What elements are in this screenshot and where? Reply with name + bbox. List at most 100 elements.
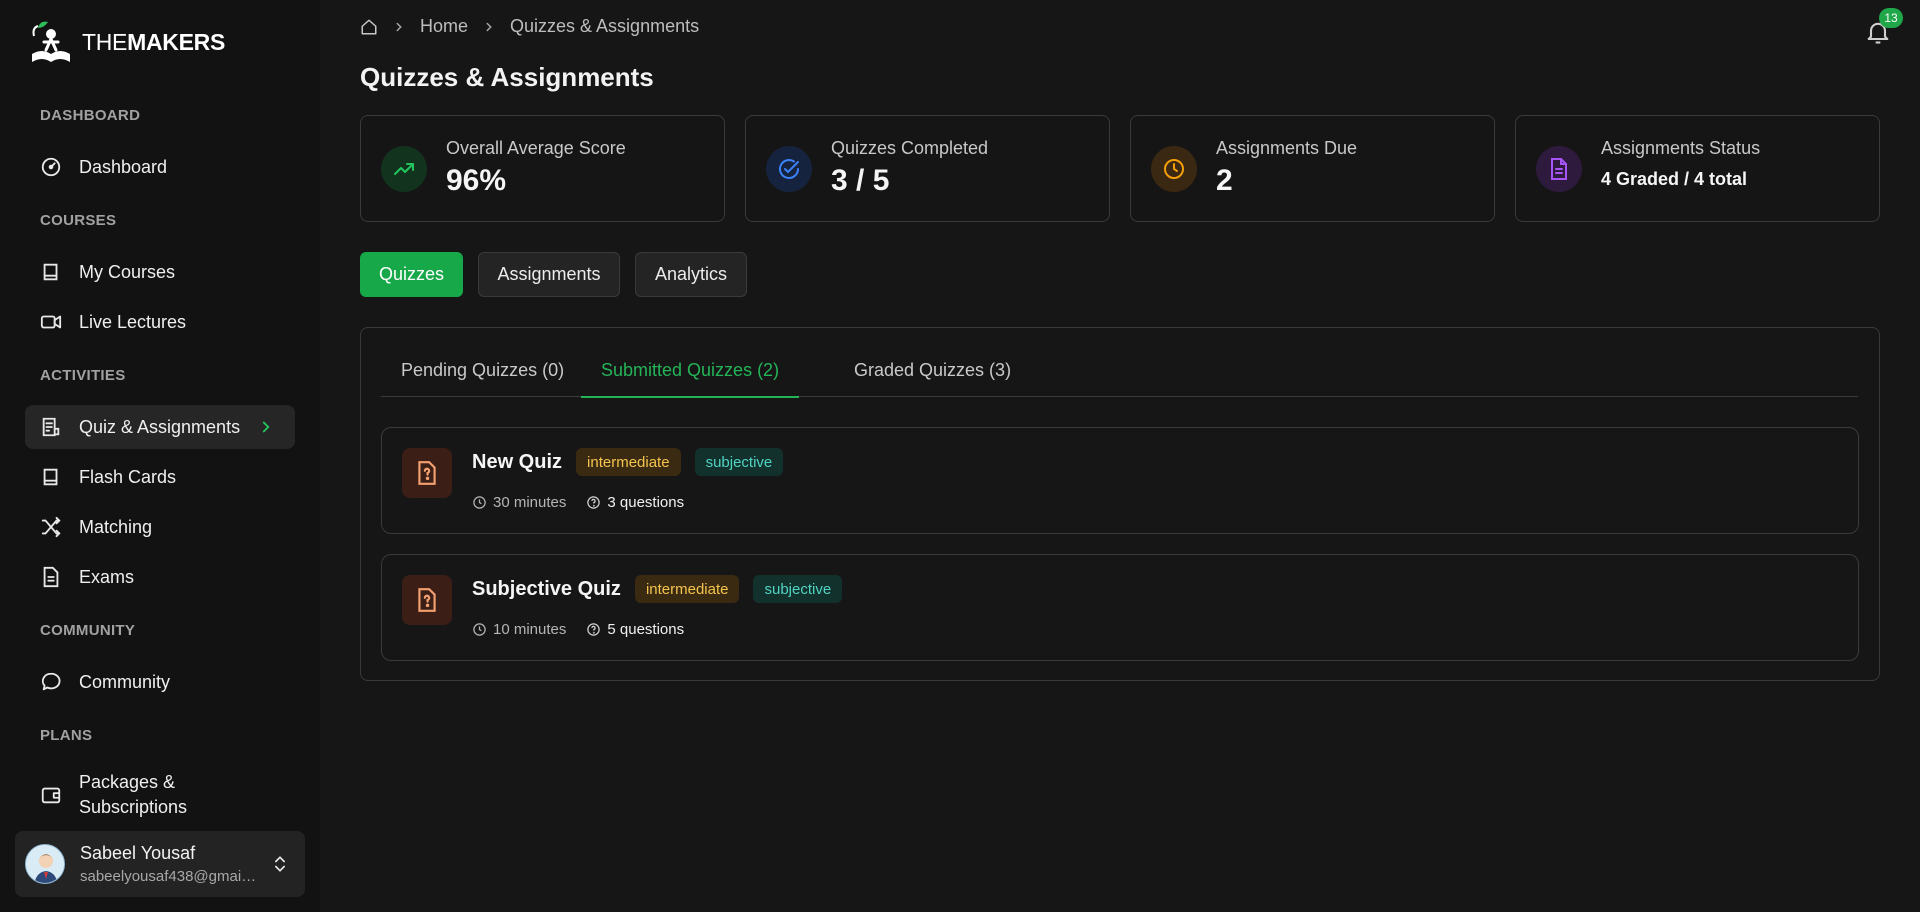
sidebar-item-exams[interactable]: Exams — [25, 555, 295, 599]
stat-value: 4 Graded / 4 total — [1601, 169, 1748, 189]
quiz-meta: 30 minutes 3 questions — [472, 494, 684, 511]
breadcrumb-home[interactable]: Home — [420, 16, 468, 37]
sidebar-item-label: Quiz & Assignments — [79, 416, 241, 437]
quiz-question-count-text: 3 questions — [607, 494, 685, 511]
stat-value: 2 — [1216, 164, 1233, 197]
brand-name-bold: MAKERS — [127, 28, 225, 55]
quiz-meta: 10 minutes 5 questions — [472, 621, 684, 638]
quiz-title-row: Subjective Quiz intermediate subjective — [472, 575, 843, 603]
user-info: Sabeel Yousaf sabeelyousaf438@gmail.com — [80, 843, 258, 885]
breadcrumb-current: Quizzes & Assignments — [510, 16, 700, 36]
brand-logo[interactable]: THEMAKERS — [24, 14, 225, 70]
wallet-icon — [39, 783, 63, 807]
clipboard-list-icon — [39, 415, 63, 439]
sidebar-item-label: Community — [79, 671, 171, 692]
section-label-plans: PLANS — [40, 727, 93, 744]
sidebar-item-label: Flash Cards — [79, 466, 177, 487]
chevron-right-icon — [486, 22, 492, 31]
type-badge: subjective — [694, 448, 784, 476]
tab-submitted-quizzes[interactable]: Submitted Quizzes (2) — [581, 360, 800, 398]
user-email: sabeelyousaf438@gmail.com — [80, 868, 258, 885]
trending-up-icon — [381, 146, 427, 192]
sidebar-item-matching[interactable]: Matching — [25, 505, 295, 549]
section-label-courses: COURSES — [40, 212, 117, 229]
clock-icon — [473, 496, 486, 509]
tab-analytics[interactable]: Analytics — [635, 252, 747, 297]
tab-pending-quizzes[interactable]: Pending Quizzes (0) — [401, 360, 564, 396]
tab-graded-quizzes[interactable]: Graded Quizzes (3) — [854, 360, 1011, 396]
sidebar-item-label: Packages & Subscriptions — [79, 772, 188, 817]
clock-icon — [473, 623, 486, 636]
stat-card-assignments-status: Assignments Status 4 Graded / 4 total — [1515, 115, 1880, 222]
stat-value: 96% — [446, 164, 507, 197]
sidebar-item-label: Matching — [79, 516, 153, 537]
stat-label: Assignments Due — [1216, 138, 1358, 158]
file-text-icon — [1536, 146, 1582, 192]
brand-name-light: THE — [82, 28, 128, 55]
section-label-dashboard: DASHBOARD — [40, 107, 141, 124]
user-name: Sabeel Yousaf — [80, 843, 196, 863]
file-text-icon — [39, 565, 63, 589]
chevron-right-icon — [262, 421, 270, 433]
file-question-icon — [402, 448, 452, 498]
brand-name: THEMAKERS — [82, 29, 225, 56]
message-circle-icon — [39, 670, 63, 694]
difficulty-badge: intermediate — [576, 448, 681, 476]
sidebar-item-label: Live Lectures — [79, 311, 187, 332]
quizzes-panel: Pending Quizzes (0) Submitted Quizzes (2… — [360, 327, 1880, 681]
gauge-icon — [39, 155, 63, 179]
quiz-title-row: New Quiz intermediate subjective — [472, 448, 784, 476]
type-badge: subjective — [753, 575, 843, 603]
quiz-card[interactable]: New Quiz intermediate subjective 30 minu… — [381, 427, 1859, 534]
sidebar-item-my-courses[interactable]: My Courses — [25, 250, 295, 294]
section-label-community: COMMUNITY — [40, 622, 136, 639]
breadcrumb: Home Quizzes & Assignments — [360, 16, 699, 37]
help-circle-icon — [587, 623, 601, 636]
clock-icon — [1151, 146, 1197, 192]
logo-icon — [32, 21, 70, 62]
quiz-duration: 30 minutes — [472, 494, 566, 511]
notification-badge: 13 — [1879, 8, 1903, 28]
quiz-title: New Quiz — [472, 450, 563, 473]
avatar — [25, 844, 65, 884]
file-question-icon — [402, 575, 452, 625]
stat-value: 3 / 5 — [831, 164, 890, 197]
sidebar-item-label: Exams — [79, 566, 135, 587]
chevrons-up-down-icon[interactable] — [270, 854, 290, 874]
home-icon[interactable] — [360, 18, 378, 36]
user-avatar-icon — [26, 845, 64, 883]
shuffle-icon — [39, 515, 63, 539]
section-label-activities: ACTIVITIES — [40, 367, 126, 384]
difficulty-badge: intermediate — [634, 575, 740, 603]
stat-card-average-score: Overall Average Score 96% — [360, 115, 725, 222]
stat-label: Overall Average Score — [446, 138, 626, 158]
quiz-question-count: 5 questions — [586, 621, 684, 638]
sidebar-item-community[interactable]: Community — [25, 660, 295, 704]
quiz-duration-text: 10 minutes — [493, 621, 567, 638]
quiz-title: Subjective Quiz — [472, 577, 621, 600]
sidebar-item-label: Dashboard — [79, 156, 168, 177]
sidebar-item-dashboard[interactable]: Dashboard — [25, 145, 295, 189]
tab-quizzes[interactable]: Quizzes — [360, 252, 463, 297]
chevron-right-icon — [396, 22, 402, 31]
stat-card-assignments-due: Assignments Due 2 — [1130, 115, 1495, 222]
quiz-duration: 10 minutes — [472, 621, 566, 638]
tab-assignments[interactable]: Assignments — [478, 252, 620, 297]
book-icon — [39, 465, 63, 489]
sidebar-item-flash-cards[interactable]: Flash Cards — [25, 455, 295, 499]
quiz-status-tabs: Pending Quizzes (0) Submitted Quizzes (2… — [381, 328, 1858, 398]
user-menu[interactable]: Sabeel Yousaf sabeelyousaf438@gmail.com — [15, 831, 305, 897]
help-circle-icon — [587, 496, 601, 509]
page-title: Quizzes & Assignments — [360, 62, 654, 92]
quiz-question-count-text: 5 questions — [607, 621, 685, 638]
stat-label: Assignments Status — [1601, 138, 1761, 158]
stat-label: Quizzes Completed — [831, 138, 989, 158]
quiz-card[interactable]: Subjective Quiz intermediate subjective … — [381, 554, 1859, 661]
sidebar-item-live-lectures[interactable]: Live Lectures — [25, 300, 295, 344]
quiz-duration-text: 30 minutes — [493, 494, 567, 511]
sidebar-item-quiz-assignments[interactable]: Quiz & Assignments — [25, 405, 295, 449]
sidebar-item-label: My Courses — [79, 261, 176, 282]
check-circle-icon — [766, 146, 812, 192]
quiz-question-count: 3 questions — [586, 494, 684, 511]
sidebar-item-packages-subscriptions[interactable]: Packages & Subscriptions — [25, 765, 295, 825]
